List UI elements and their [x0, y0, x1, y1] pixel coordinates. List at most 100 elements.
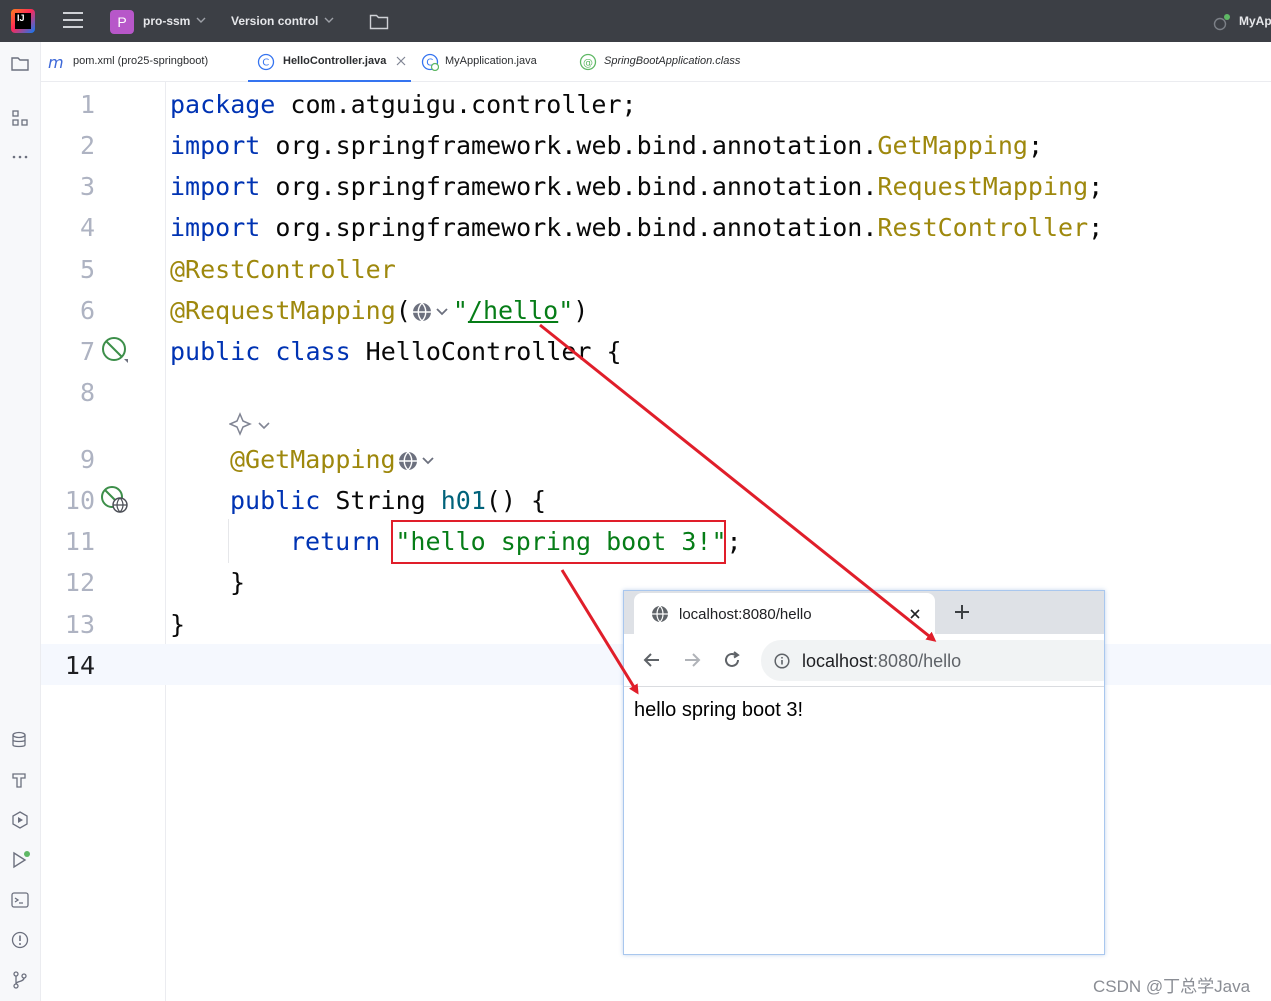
project-name[interactable]: pro-ssm — [143, 14, 190, 28]
new-tab-plus-icon[interactable] — [952, 602, 972, 622]
line-number: 11 — [64, 527, 95, 556]
code-line-7: public class HelloController { — [170, 337, 622, 367]
keyword: import — [170, 213, 261, 242]
imported-class: GetMapping — [877, 131, 1028, 160]
imported-class: RestController — [877, 213, 1089, 242]
chevron-down-icon[interactable] — [323, 14, 335, 26]
reload-icon[interactable] — [721, 649, 743, 671]
endpoint-globe-icon[interactable] — [396, 448, 440, 474]
spring-boot-class-icon: C — [421, 53, 439, 71]
close-icon[interactable] — [908, 607, 922, 621]
code-text: org.springframework.web.bind.annotation. — [260, 172, 878, 201]
string-quote: " — [452, 296, 468, 325]
info-icon[interactable] — [774, 653, 790, 669]
keyword: public class — [170, 337, 351, 366]
database-icon[interactable] — [10, 730, 30, 750]
svg-text:@: @ — [583, 58, 593, 69]
code-text: ; — [1088, 213, 1104, 242]
tab-pom-xml[interactable]: m pom.xml (pro25-springboot) — [41, 42, 241, 82]
annotation: @GetMapping — [230, 445, 396, 474]
mapping-path-link[interactable]: /hello — [468, 296, 558, 325]
services-icon[interactable] — [10, 810, 30, 830]
line-number: 6 — [79, 296, 95, 325]
code-line-10: public String h01() { — [230, 486, 546, 516]
annotation: @RequestMapping — [170, 296, 396, 325]
keyword: public — [230, 486, 321, 515]
code-text: ; — [1088, 172, 1104, 201]
maven-m-icon: m — [48, 53, 64, 71]
code-line-3: import org.springframework.web.bind.anno… — [170, 172, 1103, 202]
line-number: 5 — [79, 255, 95, 284]
forward-arrow-icon[interactable] — [681, 649, 703, 671]
code-text: ( — [395, 296, 411, 325]
git-branch-icon[interactable] — [10, 970, 30, 990]
tab-label: SpringBootApplication.class — [604, 55, 741, 67]
line-number: 8 — [79, 378, 95, 407]
line-number-current: 14 — [64, 651, 95, 680]
project-folder-icon[interactable] — [10, 54, 30, 74]
build-hammer-icon[interactable] — [10, 770, 30, 790]
ai-assistant-icon[interactable] — [229, 412, 273, 438]
close-icon[interactable] — [395, 55, 407, 67]
folder-icon[interactable] — [369, 13, 389, 30]
code-text: } — [170, 610, 186, 639]
keyword: return — [290, 527, 381, 556]
code-line-2: import org.springframework.web.bind.anno… — [170, 131, 1043, 161]
keyword: import — [170, 172, 261, 201]
endpoint-globe-icon[interactable] — [100, 485, 130, 515]
page-body-text: hello spring boot 3! — [634, 699, 804, 721]
spring-bean-icon[interactable] — [100, 335, 130, 365]
tab-hellocontroller[interactable]: C HelloController.java — [248, 42, 411, 83]
editor-tab-bar: m pom.xml (pro25-springboot) C HelloCont… — [41, 42, 1271, 83]
watermark: CSDN @丁总学Java — [1093, 977, 1251, 996]
code-line-9: @GetMapping — [230, 445, 440, 475]
title-bar: IJ P pro-ssm Version control MyAp — [0, 0, 1271, 42]
run-config-icon[interactable] — [1211, 12, 1233, 32]
url-path: :8080/hello — [873, 651, 962, 671]
code-text: ) — [573, 296, 589, 325]
terminal-icon[interactable] — [10, 890, 30, 910]
line-number: 2 — [79, 131, 95, 160]
browser-tab-title: localhost:8080/hello — [679, 606, 812, 623]
intellij-logo-icon[interactable]: IJ — [11, 9, 35, 33]
class-c-icon: C — [257, 53, 275, 71]
version-control-menu[interactable]: Version control — [231, 14, 318, 28]
code-line-12: } — [230, 568, 245, 598]
browser-window: localhost:8080/hello localhost:8080/hell… — [623, 590, 1105, 955]
code-text: org.springframework.web.bind.annotation. — [260, 213, 878, 242]
line-number: 12 — [64, 568, 95, 597]
line-number: 7 — [79, 337, 95, 366]
tab-myapplication[interactable]: C MyApplication.java — [419, 42, 569, 82]
problems-icon[interactable] — [10, 930, 30, 950]
more-tools-icon[interactable] — [10, 146, 30, 166]
code-text: ; — [726, 527, 742, 556]
back-arrow-icon[interactable] — [641, 649, 663, 671]
code-text: HelloController { — [350, 337, 622, 366]
code-line-5: @RestController — [170, 255, 396, 285]
line-number: 13 — [64, 610, 95, 639]
run-config-name[interactable]: MyAp — [1239, 14, 1271, 28]
svg-text:m: m — [48, 53, 64, 71]
browser-tab[interactable]: localhost:8080/hello — [634, 593, 935, 634]
keyword: package — [170, 90, 276, 119]
structure-icon[interactable] — [10, 108, 30, 128]
chevron-down-icon[interactable] — [195, 14, 207, 26]
main-menu-icon[interactable] — [63, 12, 83, 30]
run-icon[interactable] — [10, 850, 30, 870]
url-globe-icon[interactable] — [411, 299, 453, 325]
code-line-6: @RequestMapping( "/hello") — [170, 296, 588, 326]
code-line-4: import org.springframework.web.bind.anno… — [170, 213, 1103, 243]
address-bar[interactable]: localhost:8080/hello — [761, 640, 1104, 681]
code-line-13: } — [170, 610, 185, 640]
annotation-highlight-box — [391, 520, 726, 564]
string-quote: " — [558, 296, 574, 325]
project-badge[interactable]: P — [110, 10, 134, 34]
browser-toolbar: localhost:8080/hello — [624, 634, 1104, 687]
code-text: } — [230, 568, 246, 597]
browser-tab-strip: localhost:8080/hello — [624, 591, 1104, 634]
url-text: localhost:8080/hello — [802, 651, 961, 672]
tab-label: MyApplication.java — [445, 55, 537, 67]
tab-label: HelloController.java — [283, 55, 387, 67]
tab-springbootapplication[interactable]: @ SpringBootApplication.class — [577, 42, 807, 82]
url-host: localhost — [802, 651, 874, 671]
